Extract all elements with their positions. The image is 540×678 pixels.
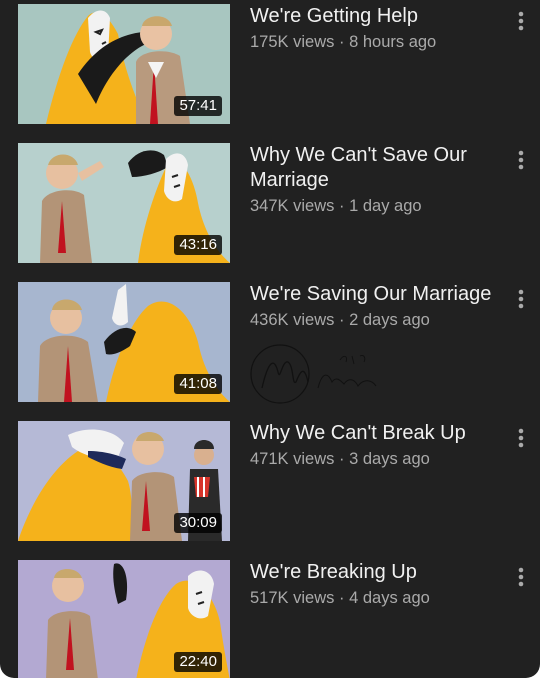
view-count: 347K views — [250, 197, 335, 215]
separator-dot: · — [338, 311, 345, 329]
upload-age: 2 days ago — [349, 311, 430, 329]
video-item[interactable]: 30:09 Why We Can't Break Up 471K views ·… — [0, 421, 540, 545]
video-meta: We're Getting Help 175K views · 8 hours … — [250, 4, 502, 54]
video-meta: We're Saving Our Marriage 436K views · 2… — [250, 282, 502, 332]
more-vert-icon[interactable] — [511, 425, 531, 451]
separator-dot: · — [338, 589, 345, 607]
video-title[interactable]: We're Saving Our Marriage — [250, 282, 502, 307]
separator-dot: · — [338, 450, 345, 468]
view-count: 175K views — [250, 33, 335, 51]
more-vert-icon[interactable] — [511, 8, 531, 34]
video-item[interactable]: 22:40 We're Breaking Up 517K views · 4 d… — [0, 560, 540, 678]
video-stats: 175K views · 8 hours ago — [250, 30, 502, 54]
video-duration: 43:16 — [174, 235, 222, 255]
video-stats: 517K views · 4 days ago — [250, 586, 502, 610]
artist-signature — [248, 342, 398, 404]
video-meta: Why We Can't Save Our Marriage 347K view… — [250, 143, 502, 218]
signature-mark — [250, 344, 377, 404]
view-count: 517K views — [250, 589, 335, 607]
video-thumbnail[interactable]: 41:08 — [18, 282, 230, 402]
video-stats: 436K views · 2 days ago — [250, 308, 502, 332]
video-stats: 347K views · 1 day ago — [250, 194, 502, 218]
video-thumbnail[interactable]: 57:41 — [18, 4, 230, 124]
video-duration: 30:09 — [174, 513, 222, 533]
video-stats: 471K views · 3 days ago — [250, 447, 502, 471]
view-count: 436K views — [250, 311, 335, 329]
video-list: 57:41 We're Getting Help 175K views · 8 … — [0, 0, 540, 678]
video-duration: 22:40 — [174, 652, 222, 672]
video-meta: We're Breaking Up 517K views · 4 days ag… — [250, 560, 502, 610]
video-title[interactable]: Why We Can't Break Up — [250, 421, 502, 446]
video-title[interactable]: Why We Can't Save Our Marriage — [250, 143, 502, 193]
upload-age: 4 days ago — [349, 589, 430, 607]
video-title[interactable]: We're Breaking Up — [250, 560, 502, 585]
more-vert-icon[interactable] — [511, 147, 531, 173]
more-vert-icon[interactable] — [511, 286, 531, 312]
video-meta: Why We Can't Break Up 471K views · 3 day… — [250, 421, 502, 471]
video-title[interactable]: We're Getting Help — [250, 4, 502, 29]
video-item[interactable]: 43:16 Why We Can't Save Our Marriage 347… — [0, 143, 540, 267]
upload-age: 8 hours ago — [349, 33, 437, 51]
upload-age: 3 days ago — [349, 450, 430, 468]
video-thumbnail[interactable]: 30:09 — [18, 421, 230, 541]
upload-age: 1 day ago — [349, 197, 422, 215]
more-vert-icon[interactable] — [511, 564, 531, 590]
view-count: 471K views — [250, 450, 335, 468]
separator-dot: · — [338, 197, 345, 215]
video-item[interactable]: 57:41 We're Getting Help 175K views · 8 … — [0, 4, 540, 128]
video-thumbnail[interactable]: 43:16 — [18, 143, 230, 263]
video-duration: 41:08 — [174, 374, 222, 394]
video-duration: 57:41 — [174, 96, 222, 116]
video-thumbnail[interactable]: 22:40 — [18, 560, 230, 678]
separator-dot: · — [338, 33, 345, 51]
